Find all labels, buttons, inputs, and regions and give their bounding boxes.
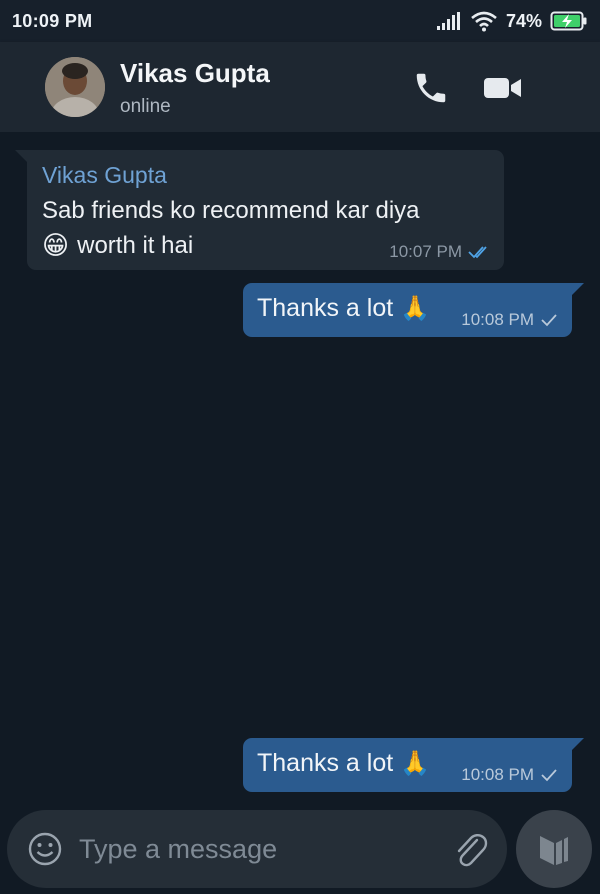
message-text: Sab friends ko recommend kar diya <box>42 197 420 224</box>
message-input[interactable] <box>79 828 439 870</box>
signal-icon <box>436 12 460 30</box>
message-time: 10:07 PM <box>389 242 462 261</box>
incoming-message-bubble[interactable]: Vikas Gupta Sab friends ko recommend kar… <box>15 150 504 270</box>
message-text-line2: 😁 worth it hai <box>42 230 193 261</box>
outgoing-message-bubble[interactable]: Thanks a lot 🙏 10:08 PM <box>243 738 584 792</box>
double-check-icon <box>468 246 487 259</box>
folded-hands-emoji: 🙏 <box>400 295 431 322</box>
contact-name[interactable]: Vikas Gupta <box>120 58 270 89</box>
message-text: worth it hai <box>77 231 194 259</box>
message-content: Thanks a lot 🙏 <box>257 294 430 323</box>
phone-icon[interactable] <box>412 69 450 107</box>
check-icon <box>541 769 557 782</box>
battery-percent: 74% <box>505 10 542 31</box>
status-time: 10:09 PM <box>12 10 93 31</box>
chat-header: Vikas Gupta online <box>0 42 600 132</box>
video-call-icon[interactable] <box>482 71 524 105</box>
contact-status: online <box>120 96 171 117</box>
grin-emoji: 😁 <box>42 230 70 260</box>
message-text: Thanks a lot <box>257 749 394 777</box>
avatar[interactable] <box>45 57 105 117</box>
status-icons: 74% <box>436 10 588 32</box>
folded-hands-emoji: 🙏 <box>400 750 431 777</box>
message-time: 10:08 PM <box>461 310 534 329</box>
emoji-icon[interactable] <box>27 831 63 867</box>
message-meta: 10:07 PM <box>389 242 492 262</box>
message-meta: 10:08 PM <box>461 765 558 785</box>
check-icon <box>541 314 557 327</box>
message-time: 10:08 PM <box>461 765 534 784</box>
message-text: Thanks a lot <box>257 294 394 322</box>
outgoing-message-bubble[interactable]: Thanks a lot 🙏 10:08 PM <box>243 283 584 337</box>
attach-icon[interactable] <box>449 828 489 870</box>
message-content: Thanks a lot 🙏 <box>257 749 430 778</box>
battery-charging-icon <box>550 11 587 31</box>
send-button[interactable] <box>516 810 592 888</box>
message-composer <box>7 810 507 888</box>
message-list[interactable]: Vikas Gupta Sab friends ko recommend kar… <box>0 132 600 808</box>
wifi-icon <box>471 11 497 32</box>
send-icon <box>540 836 568 865</box>
message-meta: 10:08 PM <box>461 310 558 330</box>
status-bar: 10:09 PM 74% <box>0 0 600 42</box>
sender-name: Vikas Gupta <box>42 162 167 188</box>
